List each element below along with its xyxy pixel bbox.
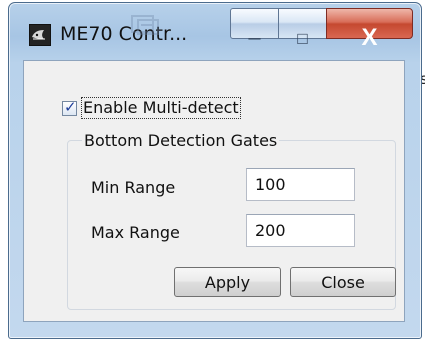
close-button[interactable]: Close — [290, 267, 396, 297]
bottom-detection-gates-title: Bottom Detection Gates — [82, 131, 280, 150]
apply-button[interactable]: Apply — [174, 267, 281, 297]
title-bar[interactable]: ME70 Contr... ─ □ X — [9, 3, 421, 53]
maximize-icon: □ — [297, 28, 308, 48]
min-range-label: Min Range — [91, 178, 176, 197]
dialog-content: ✓ Enable Multi-detect Bottom Detection G… — [23, 60, 405, 322]
screenshot-canvas: s ME70 Contr... ─ □ X ✓ Enable Multi-det… — [0, 0, 425, 339]
close-icon: X — [361, 23, 378, 51]
checkbox-box[interactable]: ✓ — [62, 97, 77, 116]
multi-detect-label: Enable Multi-detect — [81, 97, 241, 119]
window-title: ME70 Contr... — [60, 23, 188, 45]
checkmark-icon: ✓ — [64, 97, 77, 116]
minimize-button[interactable]: ─ — [230, 8, 279, 48]
dim-window-icon — [130, 13, 161, 37]
minimize-icon: ─ — [248, 28, 261, 48]
window-close-button[interactable]: X — [326, 8, 413, 51]
max-range-label: Max Range — [91, 223, 180, 242]
multi-detect-checkbox[interactable]: ✓ Enable Multi-detect — [62, 96, 241, 120]
app-fish-icon — [29, 24, 51, 46]
min-range-input[interactable] — [246, 168, 355, 201]
max-range-input[interactable] — [246, 214, 355, 247]
maximize-button[interactable]: □ — [278, 8, 327, 48]
me70-control-dialog: ME70 Contr... ─ □ X ✓ Enable Multi-detec… — [8, 2, 422, 339]
